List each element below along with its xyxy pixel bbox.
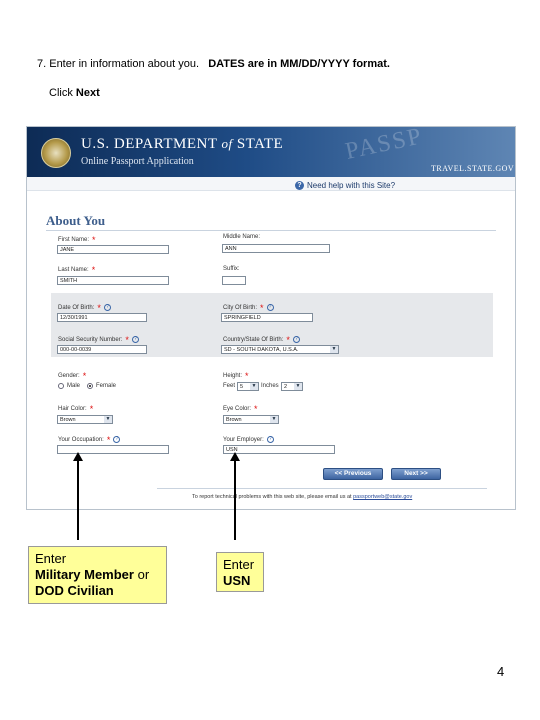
help-icon: ?	[131, 336, 139, 343]
help-link[interactable]: ? Need help with this Site?	[295, 181, 395, 190]
callout-left-line1: Enter	[35, 551, 67, 566]
page-number: 4	[497, 664, 505, 679]
employer-label: Your Employer:?	[223, 436, 274, 443]
callout-right-line1: Enter	[223, 557, 255, 572]
section-title: About You	[46, 213, 106, 228]
last-name-input[interactable]: SMITH	[57, 276, 169, 285]
passport-app-screenshot: U.S. DEPARTMENT of STATE Online Passport…	[26, 126, 516, 510]
eye-color-label: Eye Color: *	[223, 404, 258, 414]
callout-right-line2: USN	[223, 573, 251, 588]
required-icon: *	[245, 371, 249, 381]
hair-color-select[interactable]: Brown ▼	[57, 415, 113, 424]
click-target: Next	[75, 87, 100, 99]
arrow-shaft-right	[234, 460, 236, 540]
state-seal-icon	[41, 138, 71, 168]
required-icon: *	[125, 334, 129, 345]
instruction-line-1: 7. Enter in information about you. DATES…	[37, 58, 390, 70]
previous-button[interactable]: << Previous	[323, 468, 383, 480]
instruction-line-2: Click Next	[49, 87, 100, 99]
first-name-input[interactable]: JANE	[57, 245, 169, 254]
ssn-input[interactable]: 000-00-0039	[57, 345, 147, 354]
section-divider	[46, 230, 496, 231]
department-title: U.S. DEPARTMENT of STATE	[81, 136, 284, 152]
country-of-birth-label: Country/State Of Birth: *?	[223, 334, 300, 345]
next-button[interactable]: Next >>	[391, 468, 441, 480]
dates-note: DATES are in MM/DD/YYYY format.	[208, 58, 390, 70]
hair-color-label: Hair Color: *	[58, 404, 94, 414]
support-email-link[interactable]: passportweb@state.gov	[353, 494, 412, 500]
height-feet-label: Feet	[223, 383, 236, 389]
first-name-label: First Name: *	[58, 235, 96, 245]
occupation-label: Your Occupation: *?	[58, 434, 121, 445]
click-prefix: Click	[49, 87, 73, 99]
required-icon: *	[260, 302, 264, 313]
chevron-down-icon: ▼	[330, 346, 338, 353]
chevron-down-icon: ▼	[270, 416, 278, 423]
height-label: Height: *	[223, 371, 249, 381]
footer-divider	[157, 488, 487, 489]
required-icon: *	[97, 302, 101, 313]
suffix-input[interactable]	[222, 276, 246, 285]
height-inches-label: Inches	[261, 383, 279, 389]
help-icon: ?	[266, 304, 274, 311]
middle-name-label: Middle Name:	[223, 234, 261, 240]
required-icon: *	[286, 334, 290, 345]
help-bar	[27, 177, 515, 191]
callout-left-line2: Military Member or	[35, 567, 150, 582]
callout-occupation: Enter Military Member or DOD Civilian	[28, 546, 167, 604]
gender-female-radio[interactable]	[87, 383, 94, 389]
callout-left-line3: DOD Civilian	[35, 583, 114, 598]
instruction-step: 7. Enter in information about you.	[37, 58, 200, 70]
required-icon: *	[106, 434, 111, 445]
dob-label: Date Of Birth: *?	[58, 302, 111, 313]
app-subtitle: Online Passport Application	[81, 156, 194, 167]
required-icon: *	[91, 265, 96, 275]
help-icon: ?	[113, 436, 121, 443]
gender-label: Gender: *	[58, 371, 87, 381]
suffix-label: Suffix:	[223, 266, 240, 272]
height-inches-select[interactable]: 2 ▼	[281, 382, 303, 391]
gender-male-radio[interactable]	[58, 383, 64, 389]
height-feet-select[interactable]: 5 ▼	[237, 382, 259, 391]
required-icon: *	[82, 371, 87, 381]
required-icon: *	[92, 235, 96, 245]
ssn-label: Social Security Number: *?	[58, 334, 139, 345]
help-icon: ?	[266, 436, 274, 443]
required-icon: *	[254, 404, 258, 414]
chevron-down-icon: ▼	[250, 383, 258, 390]
last-name-label: Last Name: *	[58, 265, 96, 275]
arrow-shaft-left	[77, 460, 79, 540]
chevron-down-icon: ▼	[104, 416, 112, 423]
question-icon: ?	[295, 181, 304, 190]
city-of-birth-label: City Of Birth: *?	[223, 302, 274, 313]
eye-color-select[interactable]: Brown ▼	[223, 415, 279, 424]
callout-employer: Enter USN	[216, 552, 264, 592]
middle-name-input[interactable]: ANN	[222, 244, 330, 253]
help-icon: ?	[103, 304, 111, 311]
help-icon: ?	[292, 336, 300, 343]
required-icon: *	[89, 404, 94, 414]
footer-text: To report technical problems with this w…	[192, 494, 413, 500]
city-of-birth-input[interactable]: SPRINGFIELD	[221, 313, 313, 322]
site-name: TRAVEL.STATE.GOV	[431, 164, 515, 173]
chevron-down-icon: ▼	[294, 383, 302, 390]
dob-input[interactable]: 12/30/1991	[57, 313, 147, 322]
gender-options: Male Female	[58, 383, 116, 389]
country-of-birth-select[interactable]: SD - SOUTH DAKOTA, U.S.A. ▼	[221, 345, 339, 354]
